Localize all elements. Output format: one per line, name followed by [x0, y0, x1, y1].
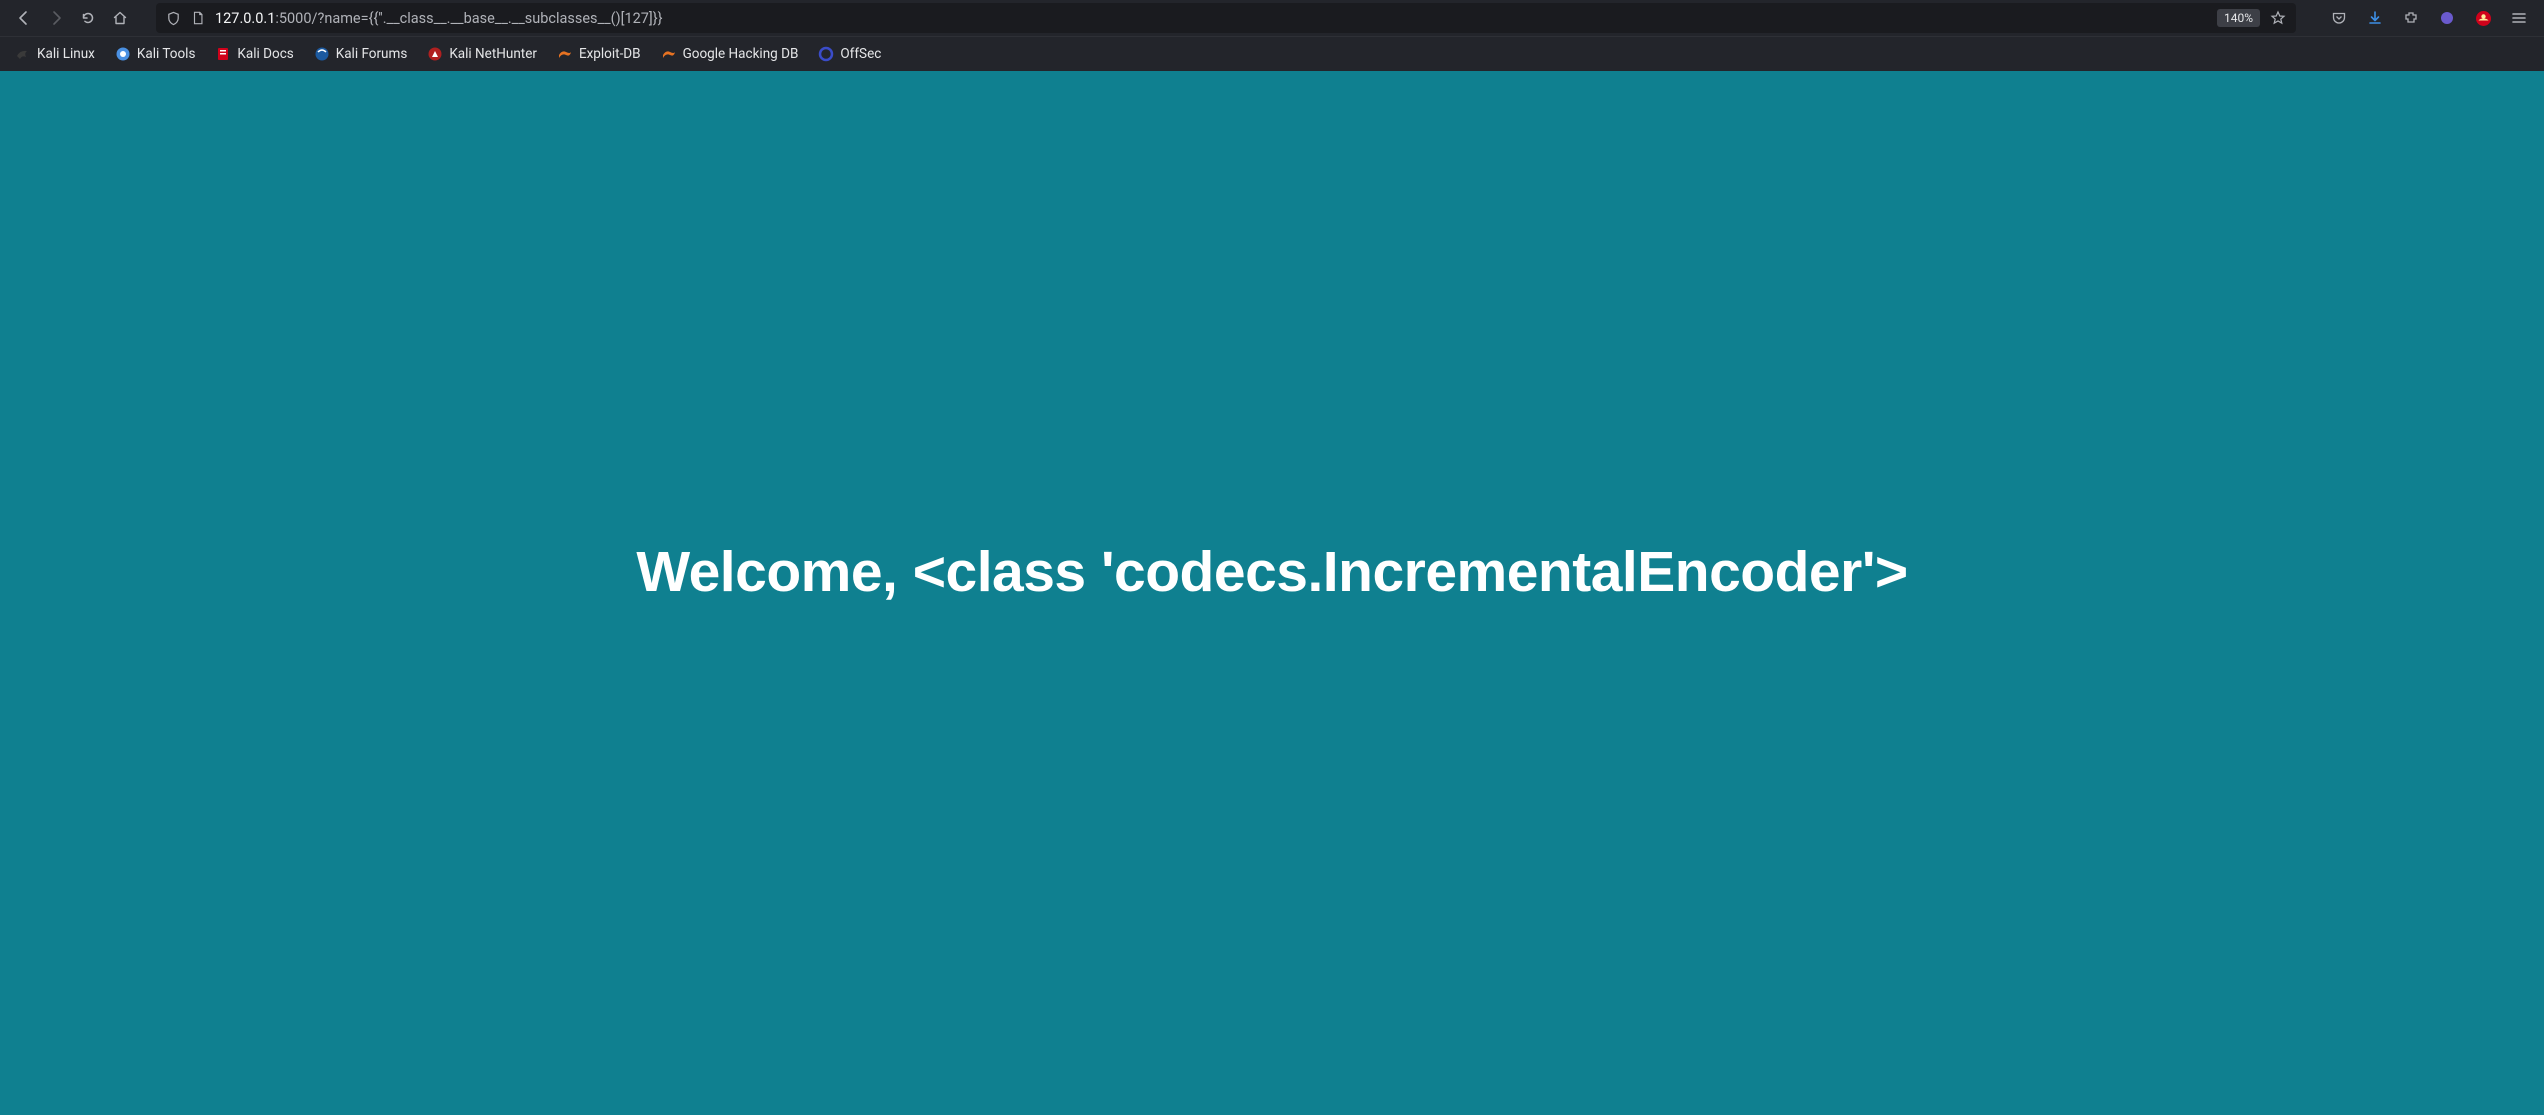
- offsec-icon: [818, 46, 834, 62]
- browser-toolbar: 127.0.0.1:5000/?name={{''.__class__.__ba…: [0, 0, 2544, 36]
- bookmark-star-icon[interactable]: [2270, 10, 2286, 26]
- bookmark-kali-nethunter[interactable]: Kali NetHunter: [418, 41, 546, 67]
- bookmarks-bar: Kali Linux Kali Tools Kali Docs Kali For…: [0, 36, 2544, 71]
- bookmark-label: Kali Linux: [37, 46, 95, 62]
- hunter-icon: [427, 46, 443, 62]
- bookmark-ghdb[interactable]: Google Hacking DB: [652, 41, 808, 67]
- bookmark-exploit-db[interactable]: Exploit-DB: [548, 41, 650, 67]
- reload-button[interactable]: [74, 4, 102, 32]
- page-icon: [191, 11, 205, 25]
- tools-icon: [115, 46, 131, 62]
- welcome-heading: Welcome, <class 'codecs.IncrementalEncod…: [636, 539, 1907, 605]
- profile-icon[interactable]: [2432, 4, 2462, 32]
- bookmark-kali-tools[interactable]: Kali Tools: [106, 41, 205, 67]
- extensions-icon[interactable]: [2396, 4, 2426, 32]
- bookmark-label: Kali Docs: [237, 46, 293, 62]
- bookmark-label: Kali NetHunter: [449, 46, 537, 62]
- back-button[interactable]: [10, 4, 38, 32]
- forward-button[interactable]: [42, 4, 70, 32]
- bookmark-label: Kali Tools: [137, 46, 196, 62]
- dragon-icon: [15, 46, 31, 62]
- bookmark-label: Kali Forums: [336, 46, 408, 62]
- pocket-icon[interactable]: [2324, 4, 2354, 32]
- forums-icon: [314, 46, 330, 62]
- address-bar[interactable]: 127.0.0.1:5000/?name={{''.__class__.__ba…: [156, 3, 2296, 33]
- bookmark-kali-linux[interactable]: Kali Linux: [6, 41, 104, 67]
- zoom-badge[interactable]: 140%: [2217, 9, 2260, 27]
- downloads-icon[interactable]: [2360, 4, 2390, 32]
- bookmark-offsec[interactable]: OffSec: [809, 41, 890, 67]
- bookmark-label: Exploit-DB: [579, 46, 641, 62]
- bookmark-kali-forums[interactable]: Kali Forums: [305, 41, 417, 67]
- exploit-icon: [557, 46, 573, 62]
- page-content: Welcome, <class 'codecs.IncrementalEncod…: [0, 71, 2544, 1115]
- menu-icon[interactable]: [2504, 4, 2534, 32]
- shield-icon: [166, 11, 181, 26]
- home-button[interactable]: [106, 4, 134, 32]
- account-icon[interactable]: [2468, 4, 2498, 32]
- ghdb-icon: [661, 46, 677, 62]
- bookmark-kali-docs[interactable]: Kali Docs: [206, 41, 302, 67]
- bookmark-label: Google Hacking DB: [683, 46, 799, 62]
- bookmark-label: OffSec: [840, 46, 881, 62]
- url-text: 127.0.0.1:5000/?name={{''.__class__.__ba…: [215, 10, 2207, 27]
- docs-icon: [215, 46, 231, 62]
